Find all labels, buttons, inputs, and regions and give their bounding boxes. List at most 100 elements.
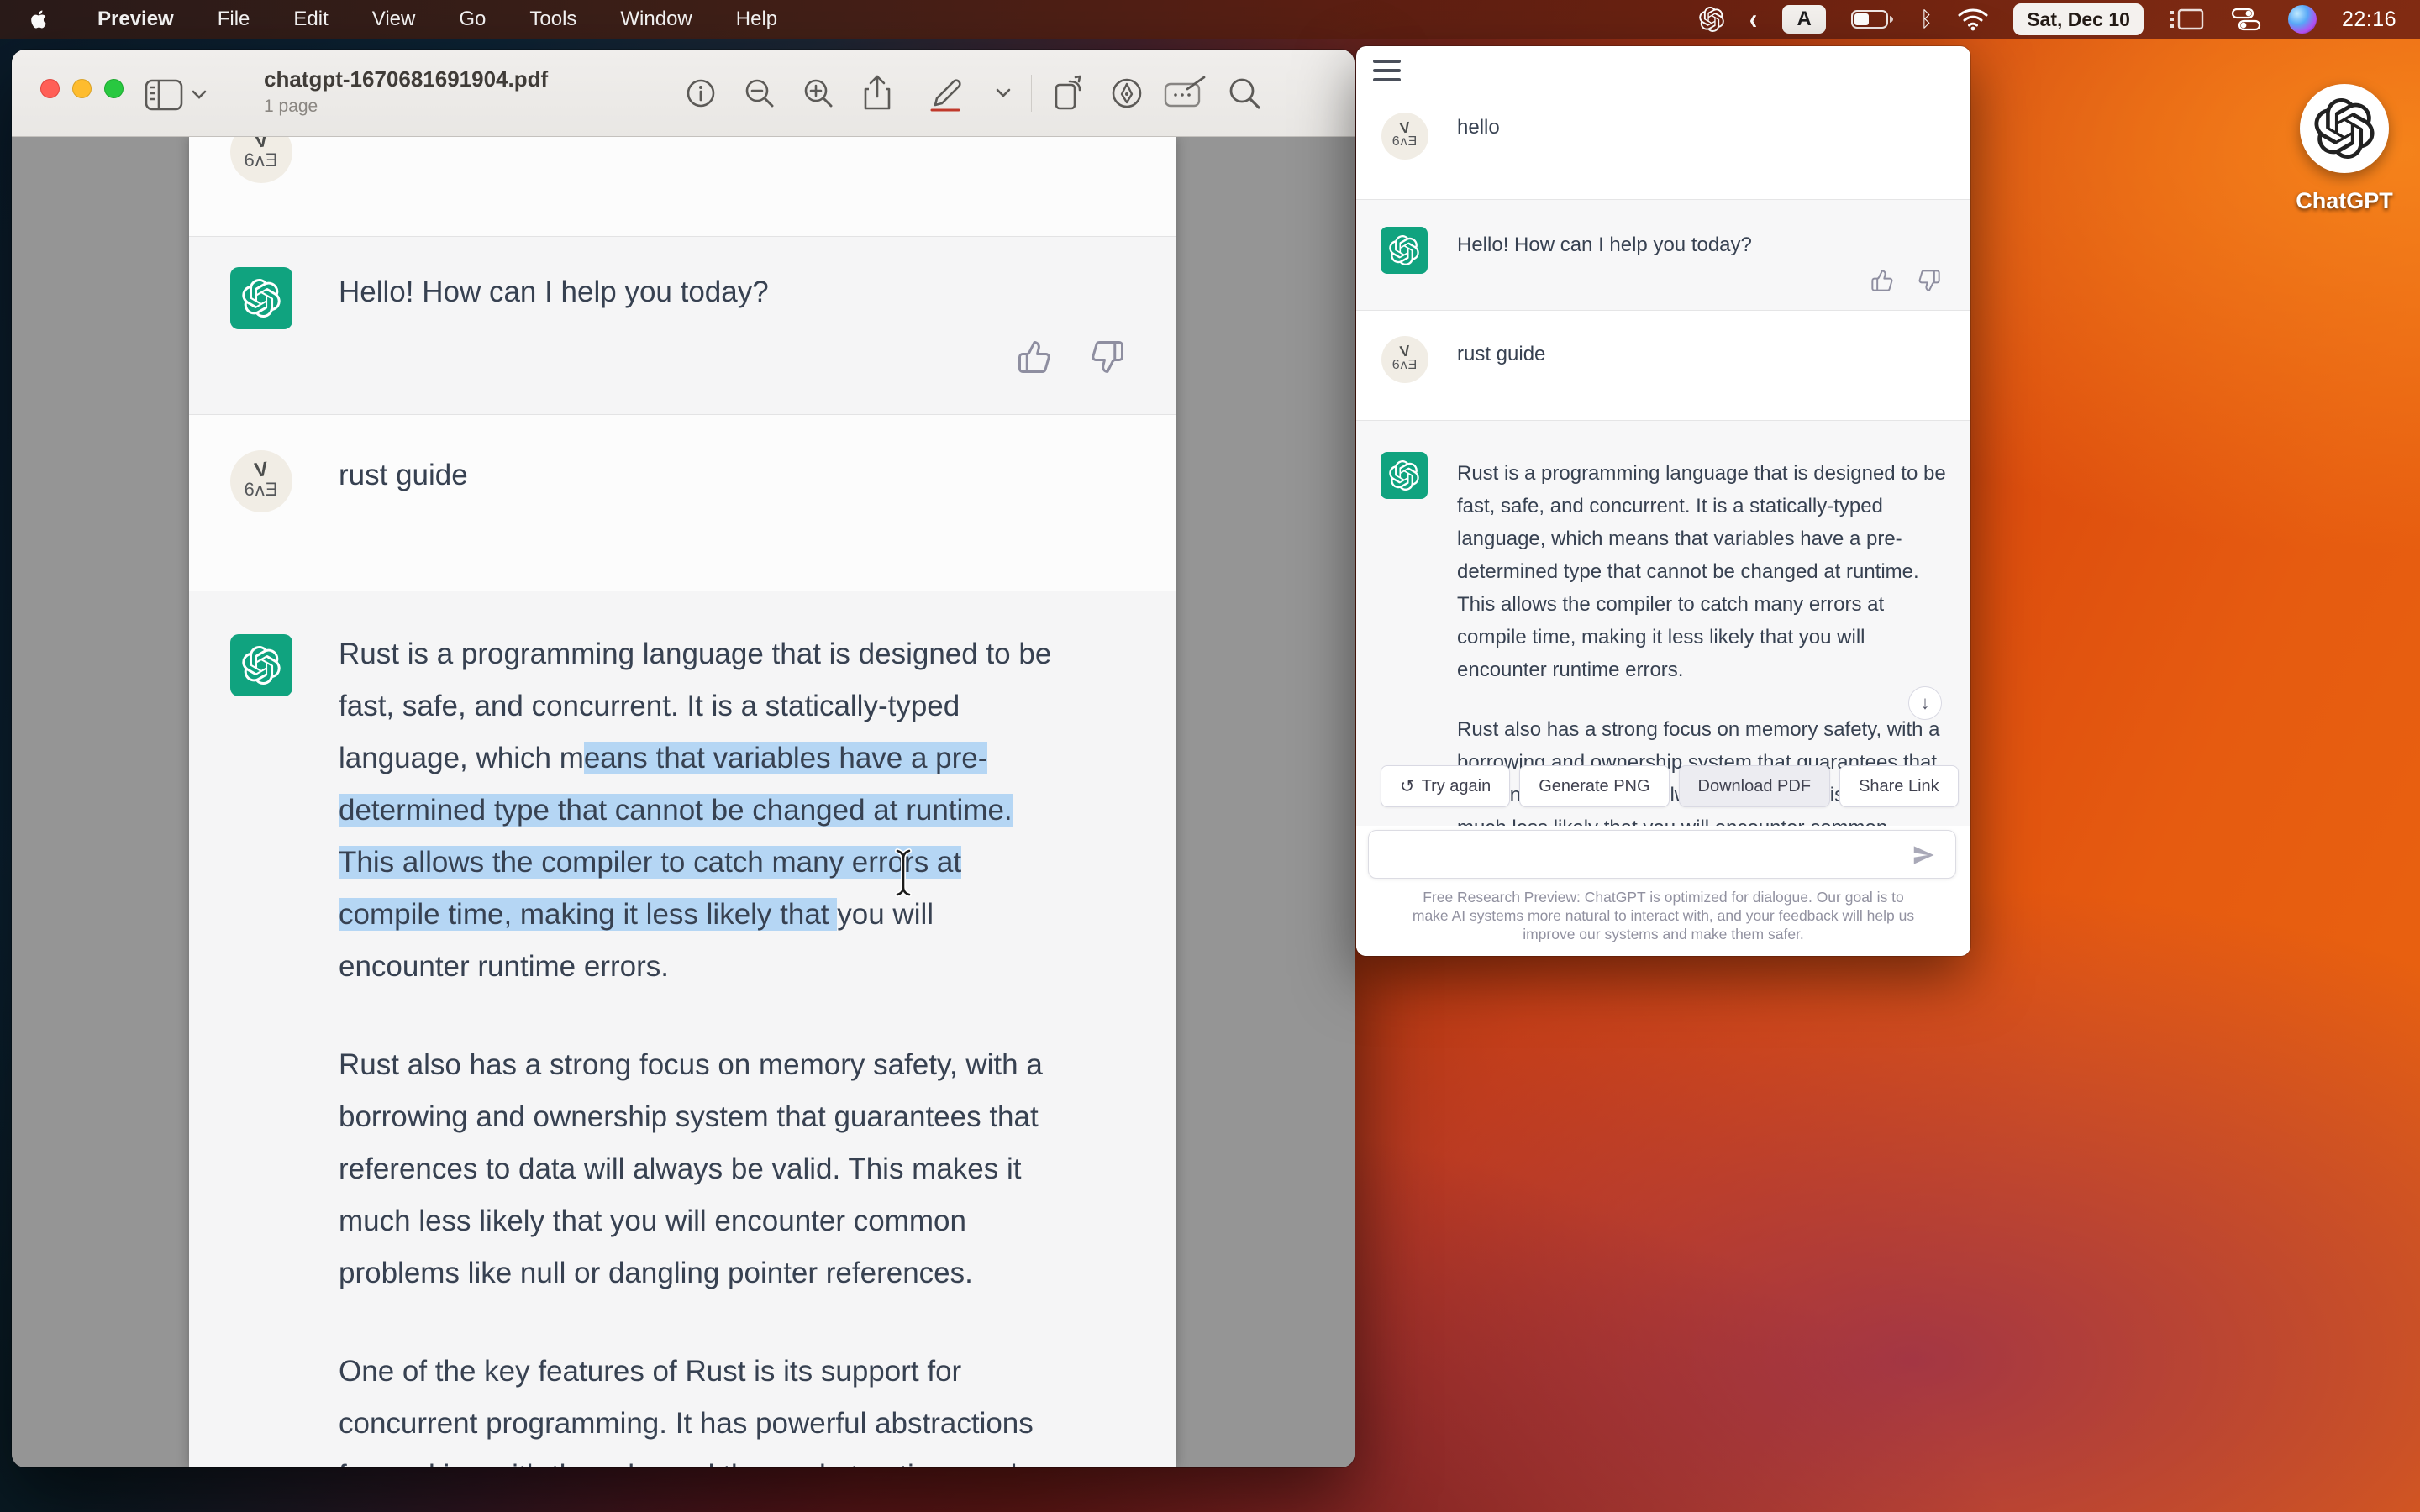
pen-nib-button[interactable] [1097,76,1156,111]
chatgpt-share-window: V6ʌƎ hello Hello! How can I help you tod… [1356,46,1970,956]
mini-disclaimer: Free Research Preview: ChatGPT is optimi… [1377,888,1949,943]
pdf-row-assistant-response: Rust is a programming language that is d… [189,591,1176,1467]
wifi-icon[interactable] [1958,8,1988,31]
menu-item-file[interactable]: File [196,8,272,30]
user-prompt-text: rust guide [339,459,468,492]
button-label: Generate PNG [1539,777,1649,796]
chatgpt-status-icon[interactable] [1699,7,1724,32]
toolbar-divider [1031,75,1032,112]
disclaimer-line: make AI systems more natural to interact… [1377,906,1949,925]
highlighter-button[interactable] [907,75,982,112]
chatgpt-avatar [1381,227,1428,274]
mini-row-user-hello: V6ʌƎ hello [1356,97,1970,199]
menu-item-tools[interactable]: Tools [508,8,598,30]
info-button[interactable] [671,76,730,110]
bluetooth-icon[interactable]: ᛒ [1920,8,1933,32]
arrow-down-icon: ↓ [1921,692,1930,714]
mini-user-prompt-text: rust guide [1457,343,1545,366]
chatgpt-avatar [230,267,292,329]
disclaimer-line: Free Research Preview: ChatGPT is optimi… [1377,888,1949,906]
user-avatar: V6ʌƎ [230,137,292,183]
menu-left: PreviewFileEditViewGoToolsWindowHelp [0,0,799,39]
pdf-text-line: references to data will always be valid.… [339,1143,1175,1195]
mini-row-assistant-greeting: Hello! How can I help you today? [1356,199,1970,311]
button-label: Share Link [1859,777,1939,796]
window-title: chatgpt-1670681691904.pdf [264,66,548,92]
sidebar-toggle-button[interactable] [145,76,237,113]
mini-text-line: compile time, making it less likely that… [1457,621,1961,654]
fill-sign-button[interactable] [1156,76,1215,111]
pdf-text-line: This allows the compiler to catch many e… [339,837,1175,889]
search-icon[interactable] [1215,76,1274,111]
keyboard-layout-badge[interactable]: A [1782,5,1826,34]
mini-text-line: This allows the compiler to catch many e… [1457,588,1961,621]
markup-chevron-button[interactable] [982,88,1024,98]
pdf-paragraph: One of the key features of Rust is its s… [339,1346,1175,1467]
thumbs-down-icon[interactable] [1918,269,1941,292]
share-link-button[interactable]: Share Link [1839,765,1959,807]
mini-text-line: fast, safe, and concurrent. It is a stat… [1457,490,1961,522]
thumbs-up-icon[interactable] [1870,269,1894,292]
pdf-text-line: determined type that cannot be changed a… [339,785,1175,837]
scroll-to-bottom-button[interactable]: ↓ [1908,686,1942,720]
pdf-paragraph: Rust also has a strong focus on memory s… [339,1039,1175,1299]
app-menu-items: PreviewFileEditViewGoToolsWindowHelp [76,0,799,39]
mini-paragraph: Rust is a programming language that is d… [1457,457,1961,686]
pdf-text-line: encounter runtime errors. [339,941,1175,993]
generate-png-button[interactable]: Generate PNG [1519,765,1669,807]
battery-icon[interactable] [1851,8,1895,30]
thumbs-up-icon[interactable] [1017,339,1052,375]
zoom-out-button[interactable] [730,76,789,110]
assistant-response-text: Rust is a programming language that is d… [339,628,1175,1467]
user-avatar: V6ʌƎ [230,450,292,512]
siri-icon[interactable] [2288,5,2317,34]
share-button[interactable] [848,75,907,112]
menu-item-window[interactable]: Window [598,8,713,30]
selected-text: determined type that cannot be changed a… [339,794,1013,827]
menu-clock[interactable]: 22:16 [2342,8,2396,32]
pdf-text-line: Rust is a programming language that is d… [339,628,1175,680]
menu-item-go[interactable]: Go [437,8,508,30]
control-center-icon[interactable] [2229,8,2263,31]
menu-item-help[interactable]: Help [714,8,799,30]
zoom-in-button[interactable] [789,76,848,110]
menu-item-preview[interactable]: Preview [76,8,196,30]
button-label: Try again [1422,777,1491,796]
mini-text-line: determined type that cannot be changed a… [1457,555,1961,588]
window-title-block: chatgpt-1670681691904.pdf 1 page [264,66,548,117]
button-label: Download PDF [1698,777,1812,796]
mini-text-line: encounter runtime errors. [1457,654,1961,686]
selected-text: This allows the compiler to catch many e… [339,846,961,879]
minimize-button[interactable] [72,79,92,98]
pdf-paragraph: Rust is a programming language that is d… [339,628,1175,993]
pdf-scroll-area[interactable]: V6ʌƎ Hello! How can I help you today? V6… [12,137,1355,1467]
download-pdf-button[interactable]: Download PDF [1679,765,1831,807]
pdf-text-line: fast, safe, and concurrent. It is a stat… [339,680,1175,732]
retry-icon: ↺ [1400,776,1415,797]
pdf-text-line: compile time, making it less likely that… [339,889,1175,941]
pdf-text-line: much less likely that you will encounter… [339,1195,1175,1247]
screen-mirror-icon[interactable] [2169,7,2204,32]
mini-user-hello-text: hello [1457,116,1500,139]
close-button[interactable] [40,79,60,98]
chatgpt-avatar [230,634,292,696]
rotate-button[interactable] [1039,75,1097,112]
menu-item-edit[interactable]: Edit [271,8,350,30]
mini-row-user-prompt: V6ʌƎ rust guide [1356,311,1970,420]
preview-window: chatgpt-1670681691904.pdf 1 page [12,50,1355,1467]
preview-toolbar: chatgpt-1670681691904.pdf 1 page [12,50,1355,137]
back-chevron-icon[interactable]: ‹ [1749,3,1757,36]
thumbs-down-icon[interactable] [1090,339,1125,375]
zoom-window-button[interactable] [104,79,124,98]
hamburger-menu-icon[interactable] [1373,60,1401,81]
send-icon[interactable] [1911,843,1936,868]
menu-item-view[interactable]: View [350,8,438,30]
mini-assistant-response-text: Rust is a programming language that is d… [1457,457,1961,871]
apple-menu[interactable] [0,9,76,29]
pdf-text-line: concurrent programming. It has powerful … [339,1398,1175,1450]
chatgpt-desktop-icon[interactable]: ChatGPT [2296,84,2393,214]
chatgpt-app-icon [2300,84,2389,173]
menu-date[interactable]: Sat, Dec 10 [2013,3,2144,35]
message-input[interactable] [1368,830,1956,879]
try-again-button[interactable]: ↺ Try again [1381,765,1510,807]
